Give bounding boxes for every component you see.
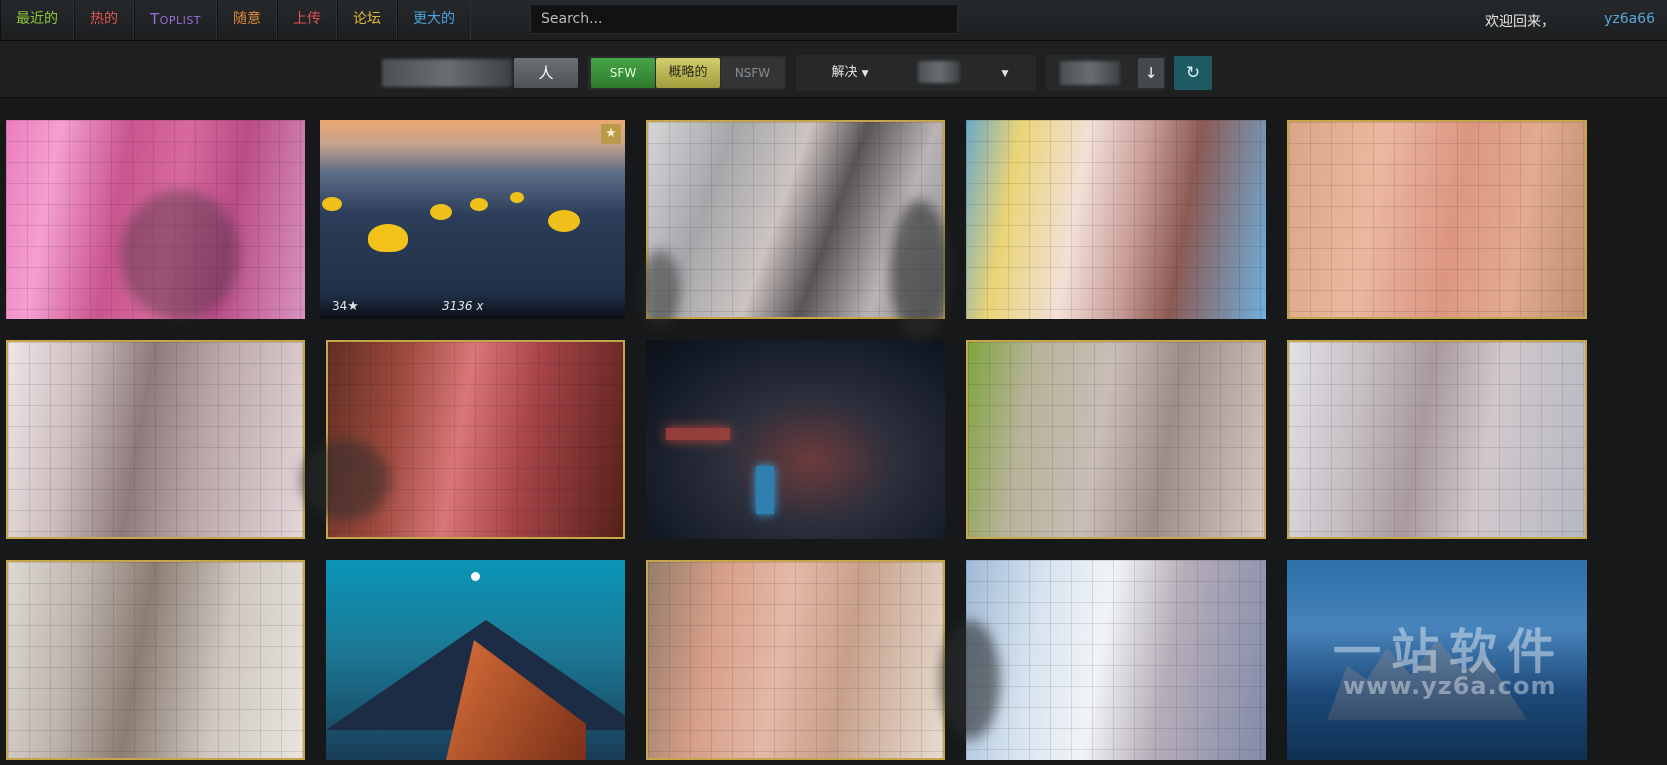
resolution-label[interactable]: 3136 x xyxy=(442,299,483,313)
chevron-down-icon: ▼ xyxy=(1001,69,1009,79)
sort-order-button[interactable]: ↓ xyxy=(1138,58,1164,88)
star-icon: ★ xyxy=(605,126,617,141)
star-icon: ★ xyxy=(347,299,359,314)
main-nav: 最近的 热的 Toplist 随意 上传 论坛 更大的 xyxy=(0,0,472,40)
favorite-star-button[interactable]: ★ xyxy=(601,124,621,144)
nav-random[interactable]: 随意 xyxy=(217,0,278,40)
wallpaper-thumbnail[interactable] xyxy=(646,560,945,760)
resolution-label: 解决 xyxy=(831,65,858,80)
thumbnail-info-bar: 34★ 3136 x xyxy=(320,293,625,319)
chevron-down-icon: ▼ xyxy=(861,69,869,79)
top-navigation-bar: 最近的 热的 Toplist 随意 上传 论坛 更大的 欢迎回来， yz6a66 xyxy=(0,0,1667,41)
wallpaper-thumbnail[interactable] xyxy=(6,560,305,760)
nav-forums[interactable]: 论坛 xyxy=(337,0,398,40)
wallpaper-thumbnail[interactable] xyxy=(966,340,1266,539)
purity-sketchy-button[interactable]: 概略的 xyxy=(656,58,720,88)
wallpaper-thumbnail[interactable] xyxy=(6,340,305,539)
username-link[interactable]: yz6a66 xyxy=(1604,11,1655,27)
resolution-dropdown[interactable]: 解决 ▼ xyxy=(808,58,892,88)
wallpaper-thumbnail[interactable] xyxy=(1287,340,1587,539)
ratio-label-obscured xyxy=(918,61,960,83)
sorting-dropdown-obscured[interactable] xyxy=(1060,61,1120,85)
nav-upload[interactable]: 上传 xyxy=(277,0,338,40)
wallpaper-thumbnail[interactable]: ★ 34★ 3136 x xyxy=(320,120,625,319)
wallpaper-thumbnail[interactable] xyxy=(966,560,1266,760)
wallpaper-thumbnail[interactable] xyxy=(646,340,945,539)
refresh-icon: ↻ xyxy=(1185,63,1201,83)
wallpaper-thumbnail[interactable] xyxy=(1287,120,1587,319)
wallpaper-thumbnail[interactable] xyxy=(326,560,625,760)
purity-nsfw-button[interactable]: NSFW xyxy=(721,58,784,88)
nav-more[interactable]: 更大的 xyxy=(397,0,472,40)
nav-toplist[interactable]: Toplist xyxy=(134,0,218,40)
category-buttons-obscured[interactable] xyxy=(382,59,512,87)
watermark-url: www.yz6a.com xyxy=(1343,672,1557,700)
refresh-button[interactable]: ↻ xyxy=(1174,56,1212,90)
welcome-text: 欢迎回来， xyxy=(1485,14,1555,30)
purity-sfw-button[interactable]: SFW xyxy=(591,58,655,88)
search-input[interactable] xyxy=(530,4,958,34)
wallpaper-thumbnail[interactable] xyxy=(966,120,1266,319)
favorites-count: 34 xyxy=(332,299,348,313)
nav-hot[interactable]: 热的 xyxy=(74,0,134,40)
arrow-down-icon: ↓ xyxy=(1144,64,1158,82)
nav-latest[interactable]: 最近的 xyxy=(0,0,74,40)
category-people-button[interactable]: 人 xyxy=(514,58,578,88)
ratio-dropdown[interactable]: ▼ xyxy=(975,58,1035,88)
